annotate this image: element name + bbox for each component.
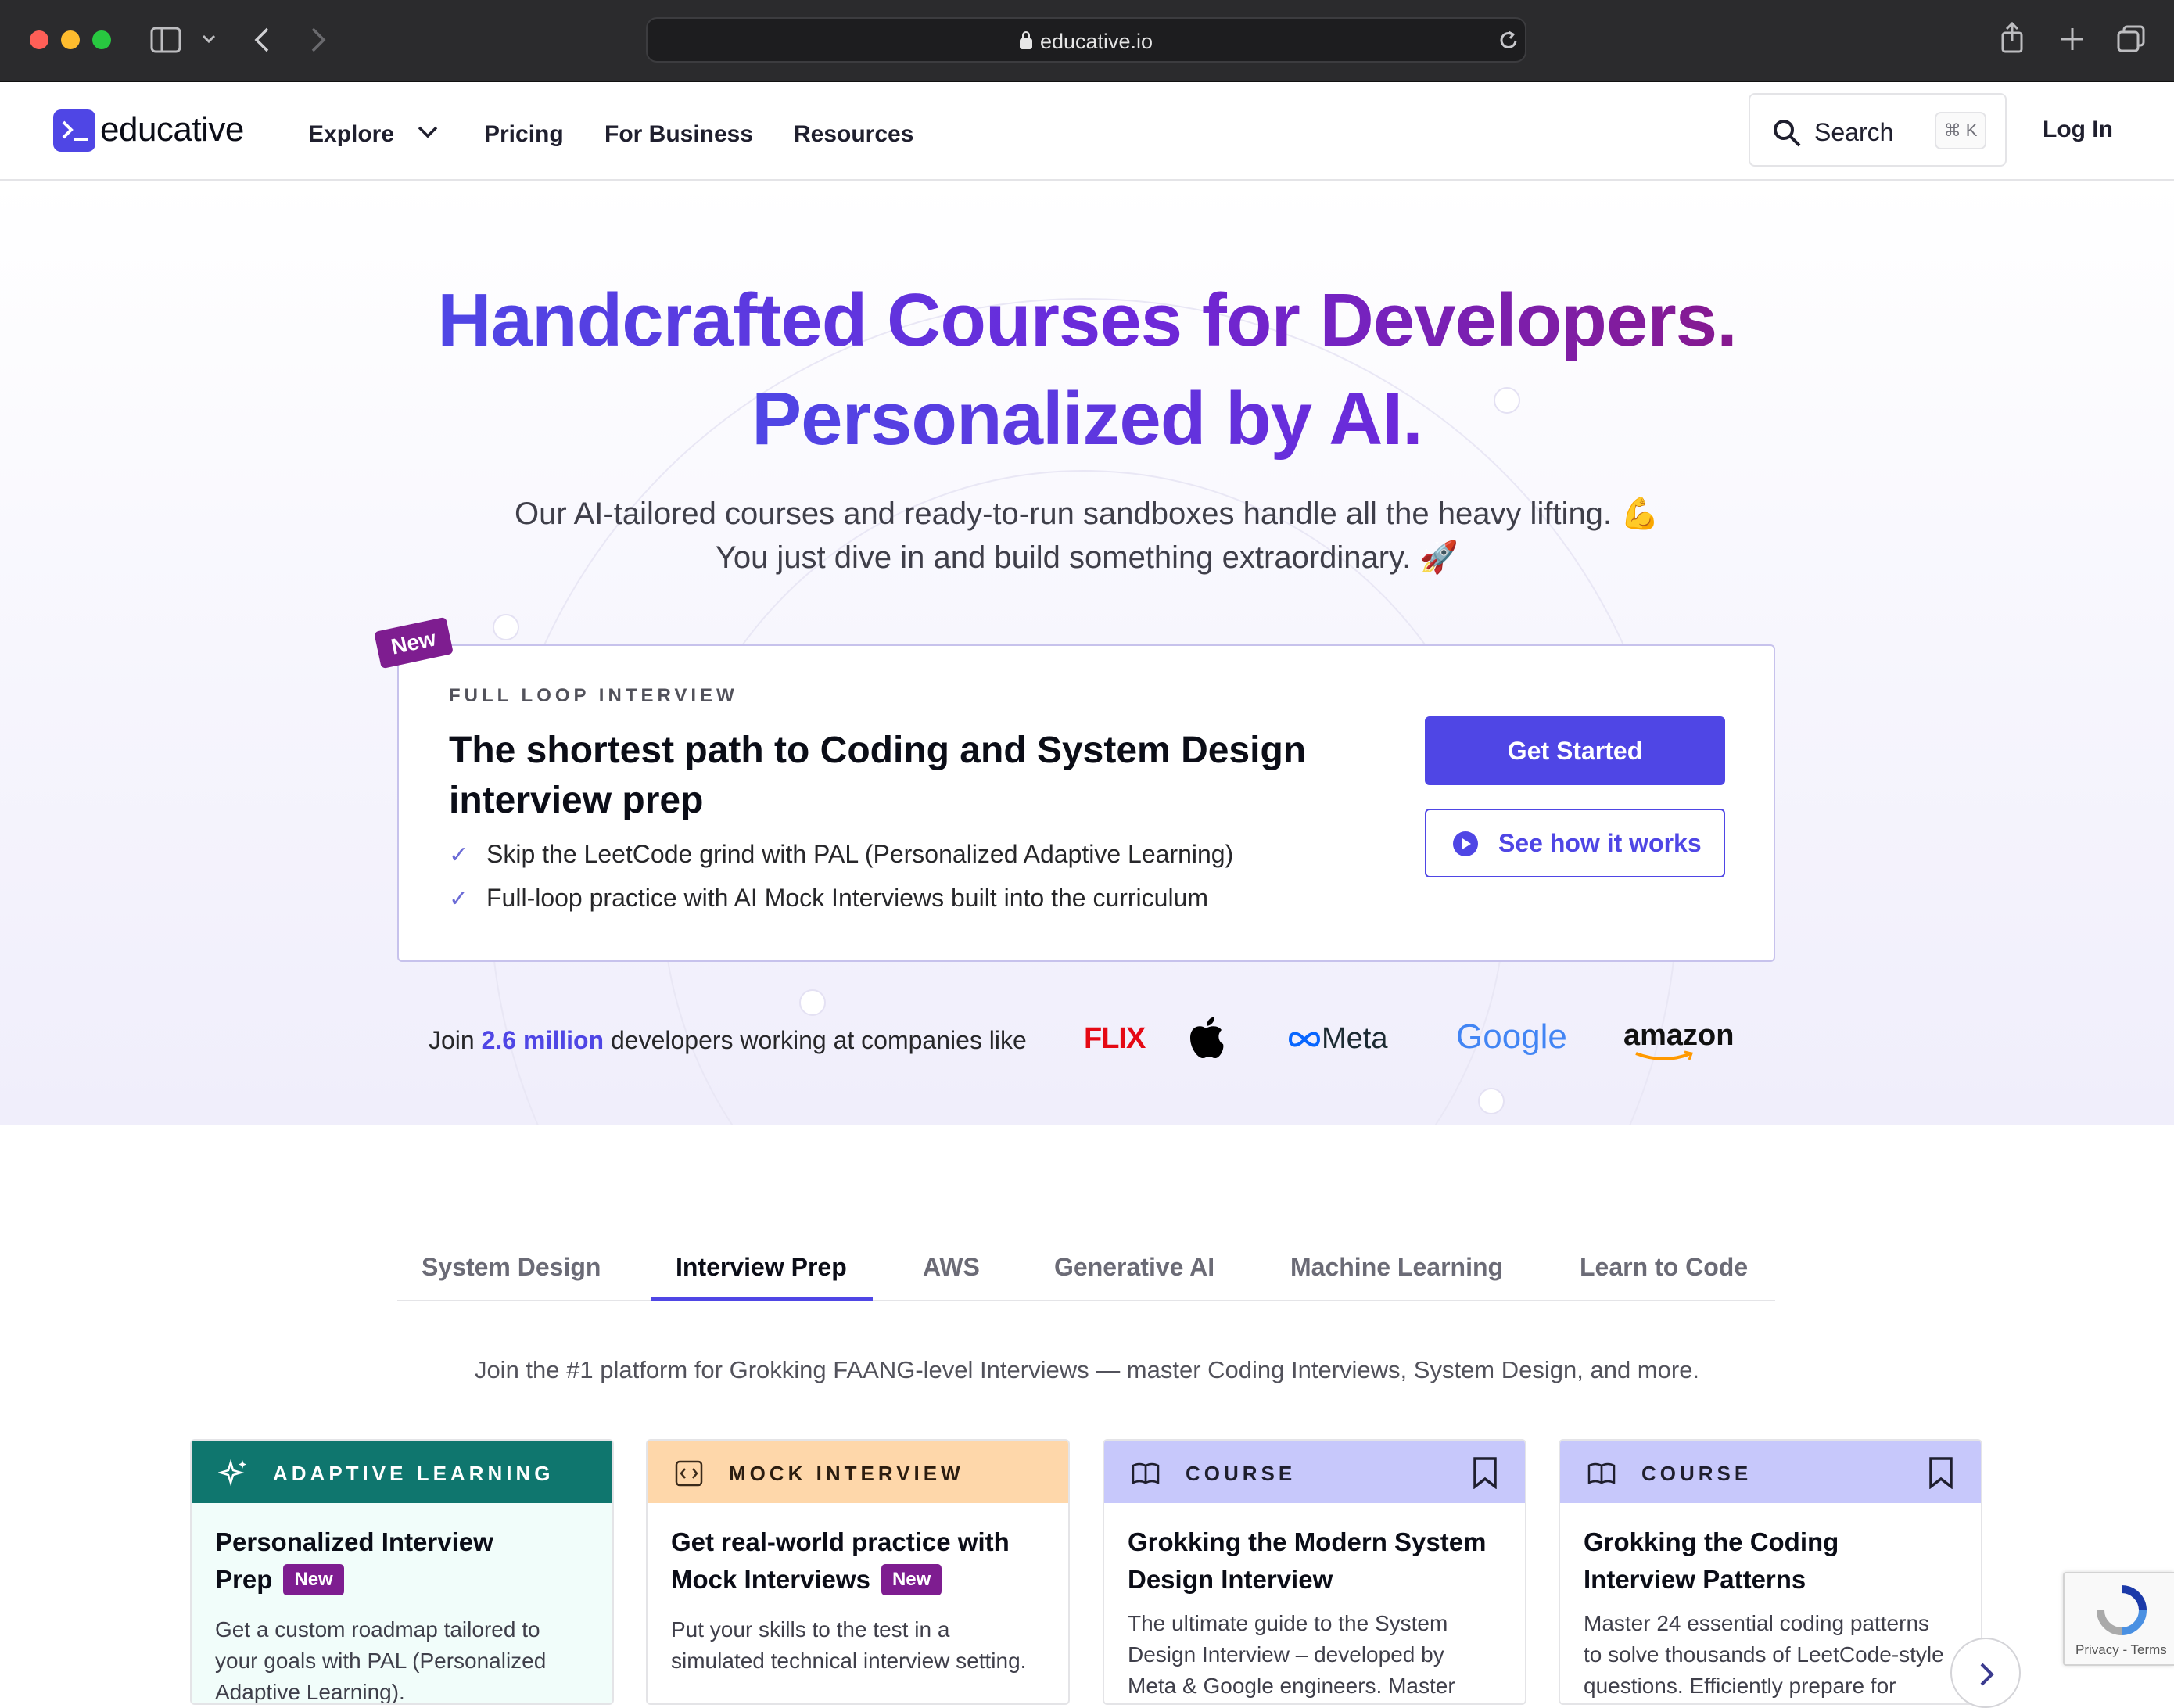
active-tab-indicator	[651, 1297, 873, 1301]
bookmark-icon[interactable]	[1472, 1456, 1498, 1489]
card-description: Master 24 essential coding patterns	[1584, 1611, 1930, 1635]
tab-system-design[interactable]: System Design	[422, 1253, 601, 1282]
login-link[interactable]: Log In	[2043, 117, 2113, 143]
card-kind: ADAPTIVE LEARNING	[273, 1462, 554, 1485]
sparkle-icon	[218, 1459, 246, 1487]
new-badge: New	[283, 1564, 344, 1595]
site-header: educative Explore Pricing For Business R…	[0, 82, 2174, 181]
card-kind: COURSE	[1641, 1462, 1752, 1485]
search-label: Search	[1814, 118, 1894, 146]
chevron-right-icon	[1980, 1663, 1994, 1686]
lock-icon	[1019, 31, 1032, 49]
apple-logo-icon	[1190, 1017, 1224, 1058]
full-loop-promo-card: FULL LOOP INTERVIEW The shortest path to…	[397, 644, 1775, 962]
card-mock-interview[interactable]: MOCK INTERVIEW Get real-world practice w…	[646, 1439, 1070, 1705]
card-system-design-course[interactable]: COURSE Grokking the Modern System Design…	[1103, 1439, 1526, 1705]
close-window-button[interactable]	[30, 30, 48, 49]
card-description: Put your skills to the test in a	[671, 1617, 950, 1642]
code-window-icon	[675, 1460, 703, 1487]
recaptcha-text[interactable]: Privacy - Terms	[2075, 1642, 2167, 1658]
social-proof-text: Join 2.6 million developers working at c…	[429, 1026, 1027, 1054]
check-icon: ✓	[449, 842, 469, 868]
sidebar-toggle-icon[interactable]	[150, 27, 181, 53]
card-description: simulated technical interview setting.	[671, 1649, 1027, 1673]
bookmark-icon[interactable]	[1928, 1456, 1954, 1489]
card-coding-patterns-course[interactable]: COURSE Grokking the Coding Interview Pat…	[1559, 1439, 1982, 1705]
amazon-smile-icon	[1635, 1050, 1694, 1060]
address-bar[interactable]: educative.io	[646, 17, 1526, 63]
see-how-it-works-button[interactable]: See how it works	[1425, 809, 1725, 877]
reload-icon[interactable]	[1498, 30, 1520, 52]
check-icon: ✓	[449, 886, 469, 912]
card-title: Personalized Interview Prep New	[215, 1527, 493, 1595]
card-kind: COURSE	[1186, 1462, 1297, 1485]
forward-icon[interactable]	[310, 27, 327, 53]
card-description: Get a custom roadmap tailored to	[215, 1617, 540, 1642]
card-kind: MOCK INTERVIEW	[729, 1462, 964, 1485]
meta-infinity-icon	[1288, 1032, 1321, 1047]
educative-logo-icon[interactable]	[53, 109, 95, 152]
carousel-next-button[interactable]	[1950, 1638, 2021, 1708]
card-title: Grokking the Modern System Design Interv…	[1128, 1527, 1487, 1594]
share-icon[interactable]	[2000, 22, 2024, 53]
tab-aws[interactable]: AWS	[923, 1253, 980, 1282]
recaptcha-icon	[2097, 1585, 2147, 1635]
category-tabs: System Design Interview Prep AWS Generat…	[397, 1247, 1775, 1301]
nav-for-business[interactable]: For Business	[604, 121, 753, 148]
promo-point: ✓ Full-loop practice with AI Mock Intervi…	[449, 884, 1209, 912]
search-icon	[1774, 120, 1801, 147]
card-description: your goals with PAL (Personalized	[215, 1649, 547, 1673]
browser-toolbar: educative.io	[0, 0, 2174, 82]
nav-explore[interactable]: Explore	[308, 121, 438, 148]
promo-point: ✓ Skip the LeetCode grind with PAL (Perso…	[449, 840, 1234, 868]
url-text: educative.io	[1039, 30, 1153, 53]
tab-interview-prep[interactable]: Interview Prep	[676, 1253, 847, 1282]
book-icon	[1587, 1462, 1616, 1485]
tab-generative-ai[interactable]: Generative AI	[1054, 1253, 1214, 1282]
search-button[interactable]: Search ⌘ K	[1749, 93, 2007, 167]
tab-learn-to-code[interactable]: Learn to Code	[1580, 1253, 1748, 1282]
hero-title-line2: Personalized by AI.	[752, 377, 1423, 461]
google-logo: Google	[1456, 1017, 1567, 1056]
get-started-button[interactable]: Get Started	[1425, 716, 1725, 785]
book-icon	[1132, 1462, 1160, 1485]
recaptcha-badge[interactable]: Privacy - Terms	[2063, 1572, 2174, 1666]
new-tab-icon[interactable]	[2060, 27, 2085, 52]
tab-description: Join the #1 platform for Grokking FAANG-…	[474, 1356, 1700, 1383]
logo-text[interactable]: educative	[100, 110, 244, 149]
promo-title: The shortest path to Coding and System D…	[449, 730, 1307, 821]
card-description: to solve thousands of LeetCode-style	[1584, 1642, 1944, 1667]
chevron-down-icon	[418, 126, 438, 138]
new-badge: New	[881, 1564, 942, 1595]
nav-resources[interactable]: Resources	[794, 121, 913, 148]
hero-title-line1: Handcrafted Courses for Developers.	[437, 278, 1737, 362]
card-adaptive-learning[interactable]: ADAPTIVE LEARNING Personalized Interview…	[190, 1439, 614, 1705]
meta-logo: Meta	[1287, 1022, 1387, 1056]
card-description: Meta & Google engineers. Master	[1128, 1674, 1455, 1698]
hero-section: Handcrafted Courses for Developers. Pers…	[0, 181, 2174, 1125]
chevron-down-icon[interactable]	[202, 34, 216, 44]
card-description: questions. Efficiently prepare for	[1584, 1674, 1896, 1698]
hero-subtitle-line1: Our AI-tailored courses and ready-to-run…	[515, 497, 1659, 531]
hero-subtitle-line2: You just dive in and build something ext…	[715, 540, 1459, 575]
card-description: Adaptive Learning).	[215, 1680, 405, 1704]
card-description: The ultimate guide to the System	[1128, 1611, 1448, 1635]
card-description: Design Interview – developed by	[1128, 1642, 1444, 1667]
back-icon[interactable]	[253, 27, 271, 53]
tab-overview-icon[interactable]	[2116, 25, 2146, 53]
play-icon	[1453, 831, 1478, 856]
amazon-logo: amazon	[1623, 1019, 1734, 1060]
zoom-window-button[interactable]	[92, 30, 111, 49]
nav-pricing[interactable]: Pricing	[484, 121, 564, 148]
card-title: Get real-world practice with Mock Interv…	[671, 1527, 1010, 1595]
minimize-window-button[interactable]	[61, 30, 80, 49]
tab-machine-learning[interactable]: Machine Learning	[1290, 1253, 1503, 1282]
card-title: Grokking the Coding Interview Patterns	[1584, 1527, 1839, 1594]
promo-eyebrow: FULL LOOP INTERVIEW	[449, 685, 738, 706]
netflix-logo: FLIX	[1084, 1022, 1146, 1055]
search-shortcut: ⌘ K	[1935, 112, 1986, 149]
